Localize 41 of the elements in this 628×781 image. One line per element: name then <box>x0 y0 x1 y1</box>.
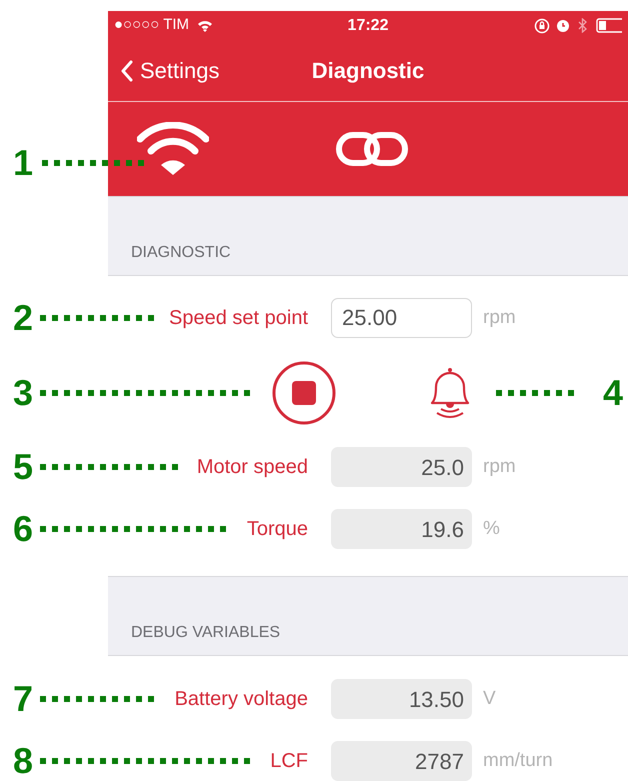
readout-value: 25.0 <box>331 447 472 487</box>
alarm-icon <box>556 18 570 33</box>
callout-number: 7 <box>12 681 34 717</box>
rotation-lock-icon <box>534 18 550 34</box>
unit-label: % <box>483 516 500 541</box>
unit-label: mm/turn <box>483 748 553 773</box>
screen-title: Diagnostic <box>312 57 424 85</box>
wifi-icon <box>197 19 214 32</box>
readout-value: 13.50 <box>331 679 472 719</box>
section-header: DEBUG VARIABLES <box>131 623 280 643</box>
callout-number: 8 <box>12 743 34 779</box>
link-button[interactable] <box>336 132 408 166</box>
stop-button[interactable] <box>272 361 336 425</box>
unit-label: rpm <box>483 454 516 479</box>
wifi-icon <box>137 122 209 176</box>
wifi-button[interactable] <box>137 122 209 176</box>
unit-label: rpm <box>483 306 516 330</box>
link-icon <box>336 132 408 166</box>
back-button[interactable]: Settings <box>108 54 220 87</box>
section-header: DIAGNOSTIC <box>131 243 231 263</box>
field-label: Battery voltage <box>174 687 308 712</box>
readout-value: 2787 <box>331 741 472 781</box>
callout-number: 2 <box>12 300 34 336</box>
speed-input-field[interactable]: 25.00 <box>331 298 472 338</box>
battery-icon <box>596 18 622 33</box>
field-label: LCF <box>270 749 308 774</box>
callout-number: 3 <box>12 375 34 411</box>
field-label: Motor speed <box>196 455 308 480</box>
bluetooth-icon <box>577 18 588 33</box>
callout-number: 5 <box>12 449 34 485</box>
callout-number: 4 <box>602 375 624 411</box>
callout-number: 6 <box>12 511 34 547</box>
status-time: 17:22 <box>348 16 388 36</box>
callout-number: 1 <box>12 145 34 181</box>
stop-icon <box>272 361 336 425</box>
chevron-left-icon <box>120 60 134 82</box>
carrier-text: ●○○○○ TIM <box>114 15 190 36</box>
field-label: Torque <box>246 517 308 542</box>
field-label: Speed set point <box>169 306 308 331</box>
unit-label: V <box>483 686 496 711</box>
readout-value: 19.6 <box>331 509 472 549</box>
